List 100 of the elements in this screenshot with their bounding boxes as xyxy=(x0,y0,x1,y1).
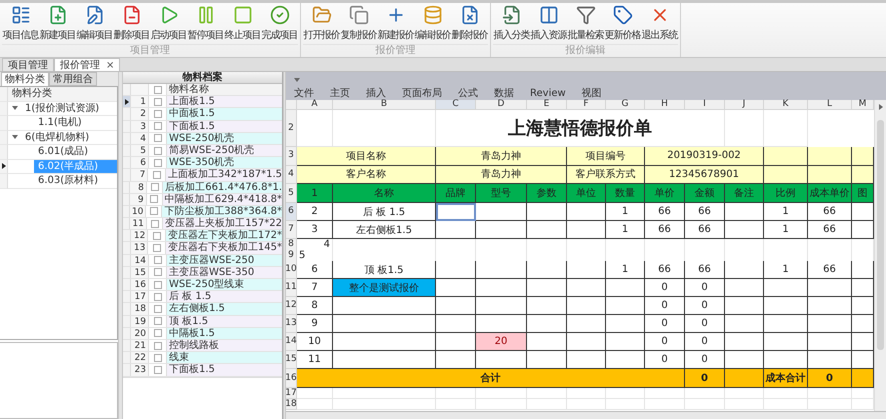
splitter[interactable] xyxy=(118,72,123,419)
toolbar-button[interactable]: 新建报价 xyxy=(377,3,414,44)
table-row[interactable]: 6 WSE-350机壳 xyxy=(123,157,282,170)
row-header[interactable]: 3 xyxy=(286,147,297,166)
column-header[interactable]: A xyxy=(297,100,333,110)
panel-tab[interactable]: 物料分类 xyxy=(1,72,49,86)
table-row[interactable]: 17 后 板 1.5 xyxy=(123,291,282,304)
table-row[interactable]: 3 下面板1.5 xyxy=(123,120,282,133)
column-header[interactable]: B xyxy=(333,100,436,110)
toolbar-button[interactable]: 终止项目 xyxy=(224,3,261,44)
toolbar-button[interactable]: 更新价格 xyxy=(604,3,641,44)
panel-tab[interactable]: 常用组合 xyxy=(49,72,97,86)
column-header[interactable]: I xyxy=(685,100,725,110)
table-row[interactable]: 10 下防尘板加工388*364.8* xyxy=(123,206,282,218)
checkbox[interactable] xyxy=(150,207,158,216)
toolbar-button[interactable]: 复制报价 xyxy=(340,3,377,44)
row-header[interactable]: 12 xyxy=(286,297,297,315)
checkbox[interactable] xyxy=(154,122,162,130)
toolbar-button[interactable]: 编辑报价 xyxy=(414,3,451,44)
table-row[interactable]: 13 变压器右下夹板加工145* xyxy=(123,242,282,255)
menu-item[interactable]: 主页 xyxy=(330,88,350,100)
table-row[interactable]: 8 后板加工661.4*476.8*1. xyxy=(123,182,282,194)
checkbox[interactable] xyxy=(154,86,162,94)
toolbar-button[interactable]: 完成项目 xyxy=(261,3,298,44)
row-header[interactable]: 7 xyxy=(286,221,297,239)
tree-item[interactable]: 1.1(电机) xyxy=(34,116,86,130)
row-header[interactable]: 4 xyxy=(286,166,297,184)
table-row[interactable]: 21 控制线路板 xyxy=(123,340,282,352)
checkbox[interactable] xyxy=(154,268,162,276)
row-header[interactable]: 2 xyxy=(286,110,297,147)
expand-caret-icon[interactable] xyxy=(12,134,18,140)
menu-item[interactable]: 视图 xyxy=(582,88,602,100)
checkbox[interactable] xyxy=(154,158,162,167)
table-row[interactable]: 16 WSE-250型线束 xyxy=(123,279,282,292)
row-header[interactable]: 9 xyxy=(286,250,297,262)
table-row[interactable]: 14 主变压器WSE-250 xyxy=(123,254,282,267)
checkbox[interactable] xyxy=(150,183,159,192)
checkbox[interactable] xyxy=(150,195,158,204)
toolbar-button[interactable]: 退出系统 xyxy=(641,3,678,44)
row-header[interactable]: 6 xyxy=(286,203,297,221)
document-tab[interactable]: 项目管理 xyxy=(2,58,54,71)
checkbox[interactable] xyxy=(152,170,161,179)
checkbox[interactable] xyxy=(154,146,162,155)
table-row[interactable]: 5 简易WSE-250机壳 xyxy=(123,144,282,158)
row-header[interactable]: 11 xyxy=(286,279,297,297)
scroll-thumb[interactable] xyxy=(877,120,884,350)
column-header[interactable]: C xyxy=(436,100,476,110)
column-header[interactable]: M xyxy=(852,100,874,110)
menu-item[interactable]: 数据 xyxy=(494,88,514,100)
row-header[interactable]: 13 xyxy=(286,315,297,333)
table-row[interactable]: 15 主变压器WSE-350 xyxy=(123,266,282,279)
row-header[interactable]: 5 xyxy=(286,184,297,203)
table-row[interactable]: 2 中面板1.5 xyxy=(123,108,282,121)
row-header[interactable]: 8 xyxy=(286,239,297,251)
menu-item[interactable]: 公式 xyxy=(458,88,478,100)
scrollbar[interactable] xyxy=(874,100,886,411)
row-header[interactable]: 15 xyxy=(286,351,297,369)
column-header[interactable]: H xyxy=(645,100,685,110)
row-header[interactable]: 14 xyxy=(286,333,297,351)
tree-item[interactable]: 6(电焊机物料) xyxy=(21,130,94,144)
expand-caret-icon[interactable] xyxy=(12,105,18,112)
table-row[interactable]: 1 上面板1.5 xyxy=(123,96,282,108)
dropdown-caret-icon[interactable] xyxy=(294,77,300,83)
row-header[interactable]: 10 xyxy=(286,261,297,279)
table-row[interactable]: 7 上面板加工342*187*1.5 xyxy=(123,169,282,182)
checkbox[interactable] xyxy=(154,354,162,362)
checkbox[interactable] xyxy=(154,256,162,264)
menu-item[interactable]: 页面布局 xyxy=(402,88,442,100)
toolbar-button[interactable]: 批量检索 xyxy=(567,3,604,44)
column-header[interactable]: E xyxy=(527,100,567,110)
checkbox[interactable] xyxy=(154,134,162,142)
table-row[interactable]: 18 左右侧板1.5 xyxy=(123,303,282,316)
toolbar-button[interactable]: 项目信息 xyxy=(2,3,39,44)
checkbox[interactable] xyxy=(152,232,161,240)
checkbox[interactable] xyxy=(154,292,162,301)
toolbar-button[interactable]: 删除项目 xyxy=(113,3,150,44)
table-row[interactable]: 9 中隔板加工629.4*418.8* xyxy=(123,194,282,206)
corner-cell[interactable] xyxy=(286,100,297,110)
tree-item[interactable]: 1(报价测试资源) xyxy=(21,102,104,115)
table-row[interactable]: 20 中隔板1.5 xyxy=(123,328,282,340)
column-header[interactable]: K xyxy=(764,100,808,110)
menu-item[interactable]: 文件 xyxy=(294,88,314,100)
column-header[interactable]: F xyxy=(567,100,606,110)
checkbox[interactable] xyxy=(154,304,162,313)
column-header[interactable]: G xyxy=(606,100,645,110)
toolbar-button[interactable]: 暂停项目 xyxy=(187,3,224,44)
column-header[interactable]: J xyxy=(725,100,764,110)
checkbox[interactable] xyxy=(154,329,162,338)
splitter[interactable] xyxy=(283,72,286,419)
toolbar-button[interactable]: 启动项目 xyxy=(150,3,187,44)
toolbar-button[interactable]: 插入资源 xyxy=(530,3,567,44)
checkbox[interactable] xyxy=(150,220,159,228)
column-header[interactable]: L xyxy=(808,100,852,110)
checkbox[interactable] xyxy=(154,110,162,118)
table-row[interactable]: 23 下面板1.5 xyxy=(123,364,282,376)
toolbar-button[interactable]: 新建项目 xyxy=(39,3,76,44)
checkbox[interactable] xyxy=(154,366,162,374)
checkbox[interactable] xyxy=(154,98,162,106)
toolbar-button[interactable]: 编辑项目 xyxy=(76,3,113,44)
table-row[interactable]: 19 顶 板1.5 xyxy=(123,316,282,328)
